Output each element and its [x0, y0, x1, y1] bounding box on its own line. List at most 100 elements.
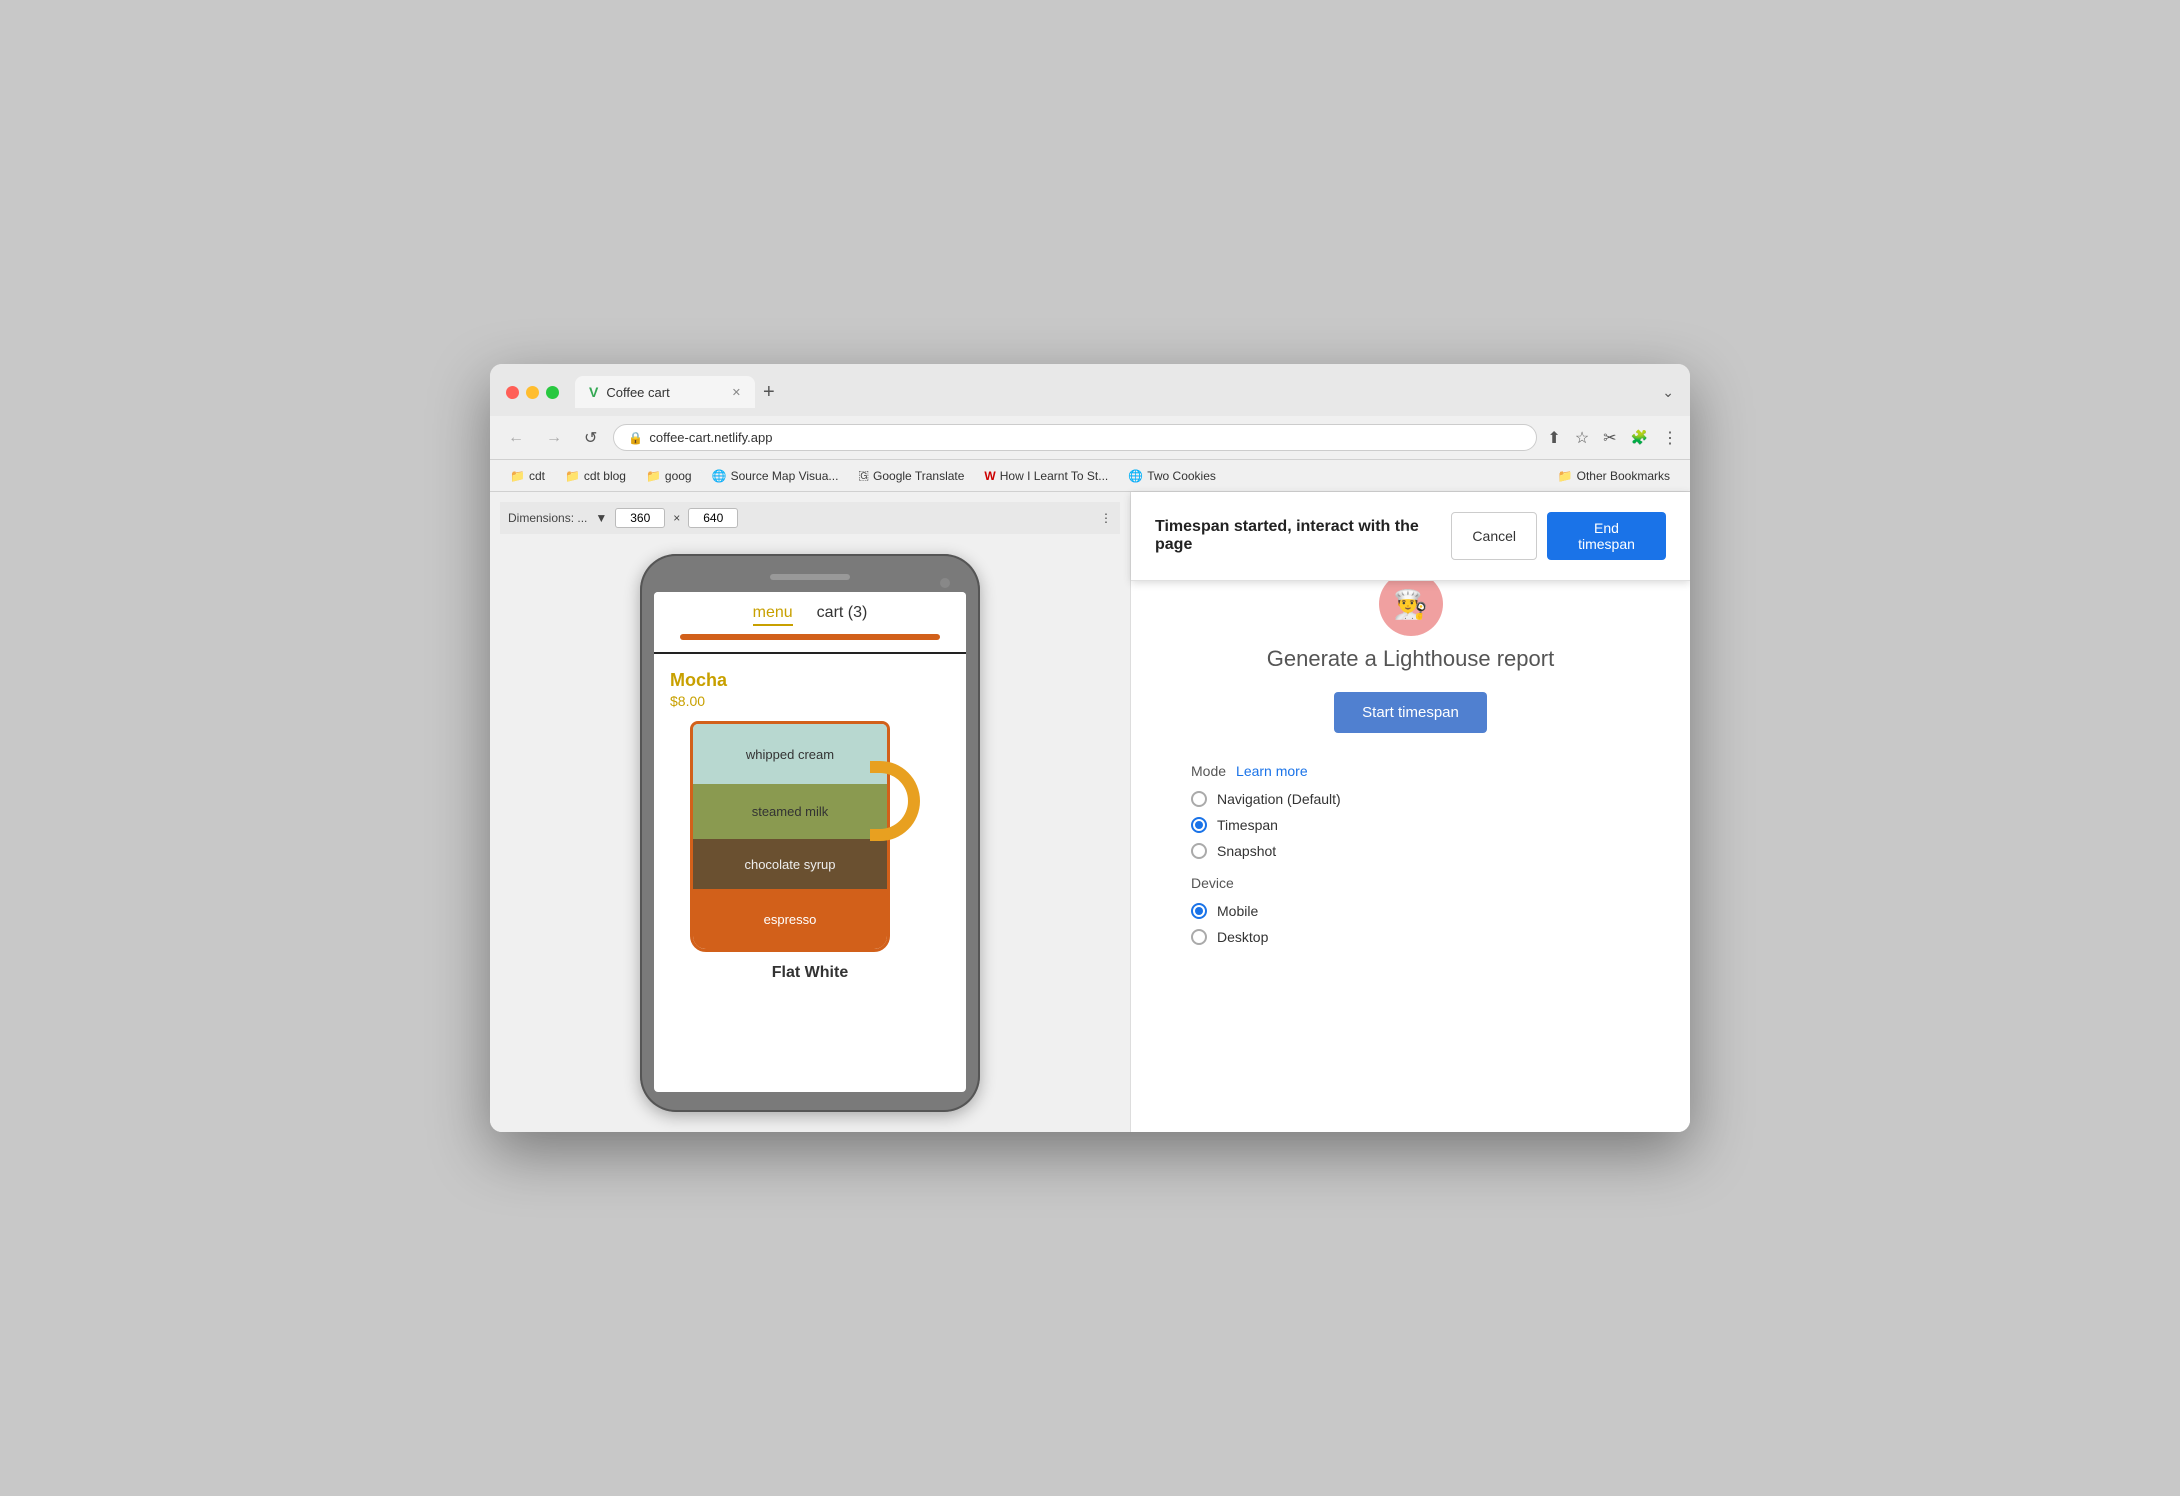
refresh-button[interactable]: ↺: [578, 426, 603, 450]
mug-layer-chocolate: chocolate syrup: [693, 839, 887, 889]
lighthouse-icon: 👨‍🍳: [1379, 572, 1443, 636]
radio-mobile-btn[interactable]: [1191, 903, 1207, 919]
close-button[interactable]: [506, 386, 519, 399]
cancel-button[interactable]: Cancel: [1451, 512, 1537, 560]
lock-icon: 🔒: [628, 431, 643, 445]
mode-section: Mode Learn more Navigation (Default) Tim…: [1171, 763, 1650, 955]
radio-mobile-label: Mobile: [1217, 903, 1258, 919]
bookmark-source-map[interactable]: 🌐 Source Map Visua...: [704, 466, 847, 486]
radio-desktop-label: Desktop: [1217, 929, 1268, 945]
folder-icon: 📁: [565, 469, 580, 483]
title-bar: V Coffee cart ✕ + ⌄: [490, 364, 1690, 416]
bookmark-two-cookies[interactable]: 🌐 Two Cookies: [1120, 466, 1224, 486]
lighthouse-panel: Timespan started, interact with the page…: [1130, 492, 1690, 1132]
app-nav: menu cart (3): [670, 604, 950, 626]
tab-chevron-icon[interactable]: ⌄: [1662, 384, 1674, 401]
share-icon[interactable]: ⬆: [1547, 428, 1560, 448]
radio-desktop-btn[interactable]: [1191, 929, 1207, 945]
bookmark-how-i-learnt[interactable]: W How I Learnt To St...: [976, 466, 1116, 486]
end-timespan-button[interactable]: End timespan: [1547, 512, 1666, 560]
mug-layer-whipped: whipped cream: [693, 724, 887, 784]
folder-icon2: 📁: [1558, 469, 1573, 483]
maximize-button[interactable]: [546, 386, 559, 399]
active-tab[interactable]: V Coffee cart ✕: [575, 376, 755, 408]
bookmark-cdt-blog[interactable]: 📁 cdt blog: [557, 466, 634, 486]
url-text: coffee-cart.netlify.app: [649, 430, 772, 445]
bookmark-icon[interactable]: ☆: [1575, 428, 1589, 448]
device-camera: [940, 578, 950, 588]
main-content: Dimensions: ... ▼ × ⋮ menu cart (3): [490, 492, 1690, 1132]
radio-snapshot[interactable]: Snapshot: [1191, 843, 1630, 859]
dimensions-label: Dimensions: ...: [508, 511, 587, 525]
dialog-buttons: Cancel End timespan: [1451, 512, 1666, 560]
bookmark-other[interactable]: 📁 Other Bookmarks: [1550, 466, 1678, 486]
next-product-name: Flat White: [670, 964, 950, 982]
app-header: menu cart (3): [654, 592, 966, 654]
lighthouse-title: Generate a Lighthouse report: [1267, 646, 1554, 672]
new-tab-button[interactable]: +: [763, 381, 775, 404]
radio-snapshot-btn[interactable]: [1191, 843, 1207, 859]
device-frame: menu cart (3) Mocha $8.00 whipped cream: [640, 554, 980, 1112]
device-panel: Dimensions: ... ▼ × ⋮ menu cart (3): [490, 492, 1130, 1132]
mug-handle: [870, 761, 920, 841]
timespan-message: Timespan started, interact with the page: [1155, 518, 1451, 554]
radio-timespan[interactable]: Timespan: [1191, 817, 1630, 833]
radio-timespan-btn[interactable]: [1191, 817, 1207, 833]
product-price: $8.00: [670, 693, 950, 709]
app-body: Mocha $8.00 whipped cream steamed milk c…: [654, 654, 966, 998]
more-icon[interactable]: ⋮: [1662, 428, 1678, 448]
coffee-mug: whipped cream steamed milk chocolate syr…: [690, 721, 930, 952]
dimensions-chevron[interactable]: ▼: [595, 511, 607, 525]
radio-desktop[interactable]: Desktop: [1191, 929, 1630, 945]
address-bar[interactable]: 🔒 coffee-cart.netlify.app: [613, 424, 1537, 451]
radio-timespan-label: Timespan: [1217, 817, 1278, 833]
bookmark-cdt[interactable]: 📁 cdt: [502, 466, 553, 486]
radio-mobile[interactable]: Mobile: [1191, 903, 1630, 919]
product-name: Mocha: [670, 670, 950, 691]
mug-layer-espresso: espresso: [693, 889, 887, 949]
mug-body: whipped cream steamed milk chocolate syr…: [690, 721, 890, 952]
chef-icon: 👨‍🍳: [1393, 588, 1428, 621]
w-icon: W: [984, 469, 995, 483]
radio-snapshot-label: Snapshot: [1217, 843, 1276, 859]
mode-label: Mode Learn more: [1191, 763, 1630, 779]
start-timespan-button[interactable]: Start timespan: [1334, 692, 1487, 733]
device-label: Device: [1191, 875, 1630, 891]
timespan-dialog: Timespan started, interact with the page…: [1131, 492, 1690, 581]
folder-icon: 📁: [646, 469, 661, 483]
tab-favicon: V: [589, 384, 598, 400]
globe-icon: 🌐: [712, 469, 727, 483]
nav-menu[interactable]: menu: [753, 604, 793, 626]
height-input[interactable]: [688, 508, 738, 528]
learn-more-link[interactable]: Learn more: [1236, 763, 1308, 779]
mode-text: Mode: [1191, 763, 1226, 779]
dimensions-bar: Dimensions: ... ▼ × ⋮: [500, 502, 1120, 534]
nav-icons: ⬆ ☆ ✂ 🧩 ⋮: [1547, 428, 1678, 448]
extensions-icon[interactable]: 🧩: [1631, 429, 1648, 446]
scissors-icon[interactable]: ✂: [1603, 428, 1616, 448]
tab-title: Coffee cart: [606, 385, 723, 400]
tab-bar: V Coffee cart ✕ + ⌄: [575, 376, 1674, 408]
bookmark-goog[interactable]: 📁 goog: [638, 466, 700, 486]
bookmarks-bar: 📁 cdt 📁 cdt blog 📁 goog 🌐 Source Map Vis…: [490, 460, 1690, 492]
globe-icon2: 🌐: [1128, 469, 1143, 483]
traffic-lights: [506, 386, 559, 399]
tab-close-icon[interactable]: ✕: [732, 386, 741, 399]
orange-bar: [680, 634, 940, 640]
minimize-button[interactable]: [526, 386, 539, 399]
bookmark-google-translate[interactable]: 🇬 Google Translate: [850, 465, 972, 486]
device-screen: menu cart (3) Mocha $8.00 whipped cream: [654, 592, 966, 1092]
radio-navigation-label: Navigation (Default): [1217, 791, 1341, 807]
nav-cart[interactable]: cart (3): [817, 604, 868, 626]
mug-layer-steamed: steamed milk: [693, 784, 887, 839]
radio-navigation[interactable]: Navigation (Default): [1191, 791, 1630, 807]
device-speaker: [770, 574, 850, 580]
more-options-icon[interactable]: ⋮: [1100, 511, 1112, 525]
radio-navigation-btn[interactable]: [1191, 791, 1207, 807]
width-input[interactable]: [615, 508, 665, 528]
forward-button[interactable]: →: [540, 427, 568, 449]
back-button[interactable]: ←: [502, 427, 530, 449]
folder-icon: 📁: [510, 469, 525, 483]
dimension-separator: ×: [673, 511, 680, 525]
browser-window: V Coffee cart ✕ + ⌄ ← → ↺ 🔒 coffee-cart.…: [490, 364, 1690, 1132]
